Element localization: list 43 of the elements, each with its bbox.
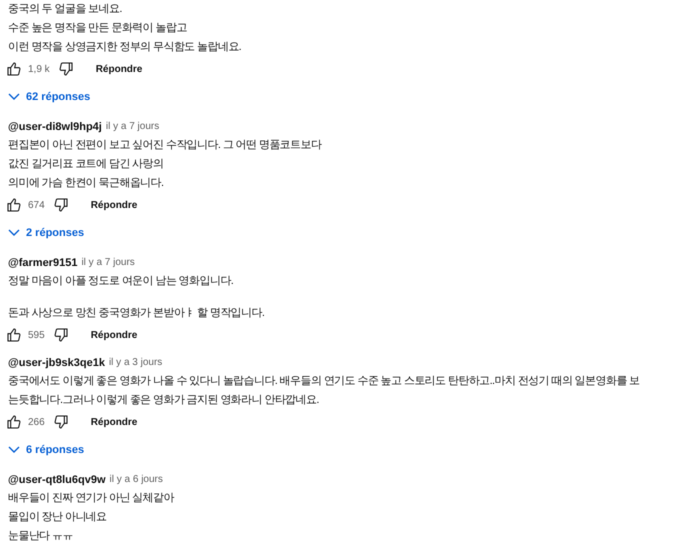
replies-toggle[interactable]: 6 réponses [26,444,84,456]
thumb-down-icon[interactable] [52,327,69,343]
like-count: 266 [28,416,45,428]
chevron-down-icon[interactable] [8,93,20,101]
thumb-down-icon[interactable] [52,414,69,430]
reply-button[interactable]: Répondre [84,196,144,214]
comment-text: 는듯합니다.그러나 이렇게 좋은 영화가 금지된 영화라니 안타깝네요. [8,393,320,408]
comment-text: 의미에 가슴 한켠이 묵근해옵니다. [8,176,164,191]
comment-text: 돈과 사상으로 망친 중국영화가 본받아ㅑ 할 명작입니다. [8,306,266,321]
comment-time: il y a 7 jours [106,121,160,132]
comment-text: 값진 길거리표 코트에 담긴 사랑의 [8,157,164,172]
comment-text: 중국에서도 이렇게 좋은 영화가 나올 수 있다니 놀랍습니다. 배우들의 연기도 수준 높고 스토리도 탄탄하고..마치 전성기 때의 일본영화를 보 [8,374,641,389]
comment-text: 이런 명작을 상영금지한 정부의 무식함도 놀랍네요. [8,40,242,55]
thumb-down-icon[interactable] [52,197,69,213]
like-count: 1,9 k [28,64,50,74]
thumb-up-icon[interactable] [6,414,22,430]
comment-text: 정말 마음이 아플 정도로 여운이 남는 영화입니다. [8,274,234,289]
comment-text: 배우들이 진짜 연기가 아닌 실체같아 [8,491,176,506]
comment-time: il y a 3 jours [108,357,162,368]
chevron-down-icon[interactable] [8,446,20,454]
replies-toggle[interactable]: 2 réponses [26,227,84,239]
like-count: 595 [28,330,45,340]
reply-button[interactable]: Répondre [90,60,148,78]
replies-toggle[interactable]: 62 réponses [26,91,90,103]
reply-button[interactable]: Répondre [84,326,144,344]
like-count: 674 [28,200,45,210]
thumb-up-icon[interactable] [6,197,22,213]
comment-author[interactable]: @user-jb9sk3qe1k [8,356,105,368]
comment-text: 몰입이 장난 아니네요 [8,510,108,525]
comment-author[interactable]: @user-qt8lu6qv9w [8,474,106,486]
thumb-down-icon[interactable] [58,61,74,77]
comment-author[interactable]: @user-di8wl9hp4j [8,120,102,132]
comment-text: 편집본이 아닌 전편이 보고 싶어진 수작입니다. 그 어떤 명품코트보다 [8,138,323,153]
comment-author[interactable]: @farmer9151 [8,256,78,268]
thumb-up-icon[interactable] [6,61,22,77]
comment-text: 중국의 두 얼굴을 보네요. [8,2,123,17]
comment-text: 눈물난다 ㅠㅠ [8,529,74,544]
reply-button[interactable]: Répondre [84,414,144,430]
comment-time: il y a 6 jours [110,474,163,485]
thumb-up-icon[interactable] [6,327,22,343]
comment-text: 수준 높은 명작을 만든 문화력이 놀랍고 [8,21,188,36]
chevron-down-icon[interactable] [8,229,20,237]
comment-time: il y a 7 jours [81,257,135,268]
